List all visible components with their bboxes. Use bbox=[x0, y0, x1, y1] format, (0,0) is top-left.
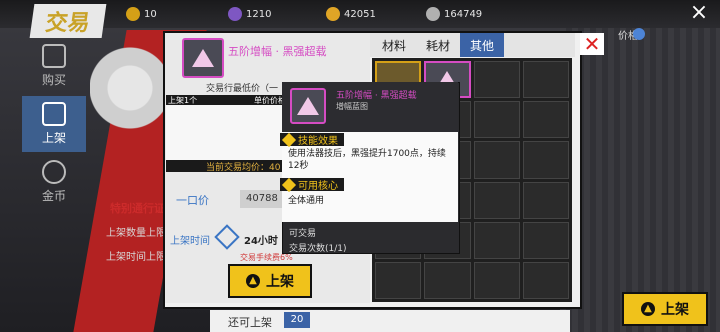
tooltip-item-name: 五阶增幅 · 黑强超载 bbox=[336, 91, 417, 101]
one-price-label: 一口价 bbox=[176, 194, 209, 207]
tag-icon bbox=[42, 44, 66, 68]
inventory-slot[interactable] bbox=[522, 181, 569, 219]
logo-text: 交易 bbox=[43, 10, 92, 36]
inventory-slot[interactable] bbox=[473, 221, 520, 259]
gavel-icon bbox=[42, 102, 66, 126]
inventory-slot[interactable] bbox=[473, 101, 520, 139]
character-portrait bbox=[90, 40, 170, 200]
min-price-label: 交易行最低价（一 bbox=[206, 84, 279, 94]
warning-diamond-icon bbox=[281, 132, 297, 147]
list-time-value[interactable]: 24小时 bbox=[244, 232, 278, 247]
sidebar-item-gold[interactable]: 金币 bbox=[22, 154, 86, 210]
tradeable-label: 可交易 bbox=[289, 229, 317, 239]
arrow-up-icon: ▲ bbox=[641, 302, 655, 316]
list-button-right[interactable]: ▲ 上架 bbox=[622, 292, 708, 326]
gold-coin-icon bbox=[326, 7, 340, 21]
tooltip-item-type: 增幅蓝图 bbox=[336, 102, 368, 111]
item-name: 五阶增幅 · 黑强超载 bbox=[228, 45, 327, 58]
trade-logo: 交易 bbox=[29, 4, 107, 38]
blueprint-icon bbox=[192, 49, 214, 67]
skill-effect-header: 技能效果 bbox=[280, 132, 344, 147]
list-time-label: 上架时间 bbox=[170, 236, 210, 247]
info-line: 上架数量上限 bbox=[106, 228, 166, 239]
background-panel-right bbox=[560, 20, 720, 332]
arrow-up-icon: ▲ bbox=[246, 274, 260, 288]
item-icon bbox=[182, 38, 224, 78]
inventory-slot[interactable] bbox=[522, 261, 569, 299]
sidebar-item-label: 金币 bbox=[41, 189, 66, 203]
inventory-slot[interactable] bbox=[473, 61, 520, 99]
tooltip-item-icon bbox=[290, 88, 326, 124]
trade-count: 交易次数(1/1) bbox=[289, 244, 347, 254]
usable-core-header: 可用核心 bbox=[280, 177, 344, 192]
inventory-slot[interactable] bbox=[473, 141, 520, 179]
inventory-slot[interactable] bbox=[522, 61, 569, 99]
silver-coin-icon bbox=[426, 7, 440, 21]
tab-materials[interactable]: 材料 bbox=[372, 33, 416, 57]
warning-diamond-icon bbox=[281, 177, 297, 192]
sort-arrow-icon[interactable] bbox=[633, 28, 645, 40]
avg-price-text: 当前交易均价：40 bbox=[206, 163, 281, 173]
resource-silver: 164749 bbox=[426, 6, 482, 22]
resource-value: 164749 bbox=[444, 8, 483, 20]
sidebar-item-buy[interactable]: 购买 bbox=[22, 38, 86, 94]
list-button-label: 上架 bbox=[266, 274, 294, 290]
close-icon[interactable]: ✕ bbox=[580, 33, 604, 55]
inventory-slot[interactable] bbox=[375, 261, 422, 299]
sidebar: 购买 上架 金币 bbox=[22, 38, 86, 332]
inventory-slot[interactable] bbox=[473, 261, 520, 299]
resource-coin-stack: 10 bbox=[126, 6, 157, 22]
inventory-slot[interactable] bbox=[424, 261, 471, 299]
remaining-count: 20 bbox=[284, 312, 310, 328]
tab-other[interactable]: 其他 bbox=[460, 33, 504, 57]
remaining-label: 还可上架 bbox=[228, 316, 272, 329]
inventory-slot[interactable] bbox=[522, 141, 569, 179]
section-title: 可用核心 bbox=[298, 181, 338, 192]
one-price-value: 40788 bbox=[246, 193, 278, 204]
resource-gold: 42051 bbox=[326, 6, 376, 22]
sidebar-item-label: 上架 bbox=[41, 131, 66, 145]
info-line: 上架时间上限 bbox=[106, 252, 166, 263]
coin-icon bbox=[42, 160, 66, 184]
close-icon[interactable]: × bbox=[686, 2, 712, 24]
list-button-label: 上架 bbox=[661, 302, 689, 318]
tab-consumables[interactable]: 耗材 bbox=[416, 33, 460, 57]
blueprint-icon bbox=[297, 97, 319, 115]
inventory-slot[interactable] bbox=[522, 101, 569, 139]
resource-value: 1210 bbox=[246, 8, 272, 20]
special-pass-title: 特别通行证 bbox=[110, 202, 165, 215]
inventory-slot[interactable] bbox=[522, 221, 569, 259]
coin-stack-icon bbox=[126, 7, 140, 21]
section-title: 技能效果 bbox=[298, 136, 338, 147]
inventory-slot[interactable] bbox=[473, 181, 520, 219]
sidebar-item-label: 购买 bbox=[41, 73, 66, 87]
sidebar-item-list[interactable]: 上架 bbox=[22, 96, 86, 152]
resource-value: 10 bbox=[144, 8, 157, 20]
purple-gem-icon bbox=[228, 7, 242, 21]
usable-core-text: 全体通用 bbox=[288, 196, 325, 206]
resource-gem: 1210 bbox=[228, 6, 271, 22]
skill-effect-text: 使用法器技后，黑强提升1700点，持续12秒 bbox=[288, 149, 446, 171]
list-button[interactable]: ▲ 上架 bbox=[228, 264, 312, 298]
resource-value: 42051 bbox=[344, 8, 376, 20]
